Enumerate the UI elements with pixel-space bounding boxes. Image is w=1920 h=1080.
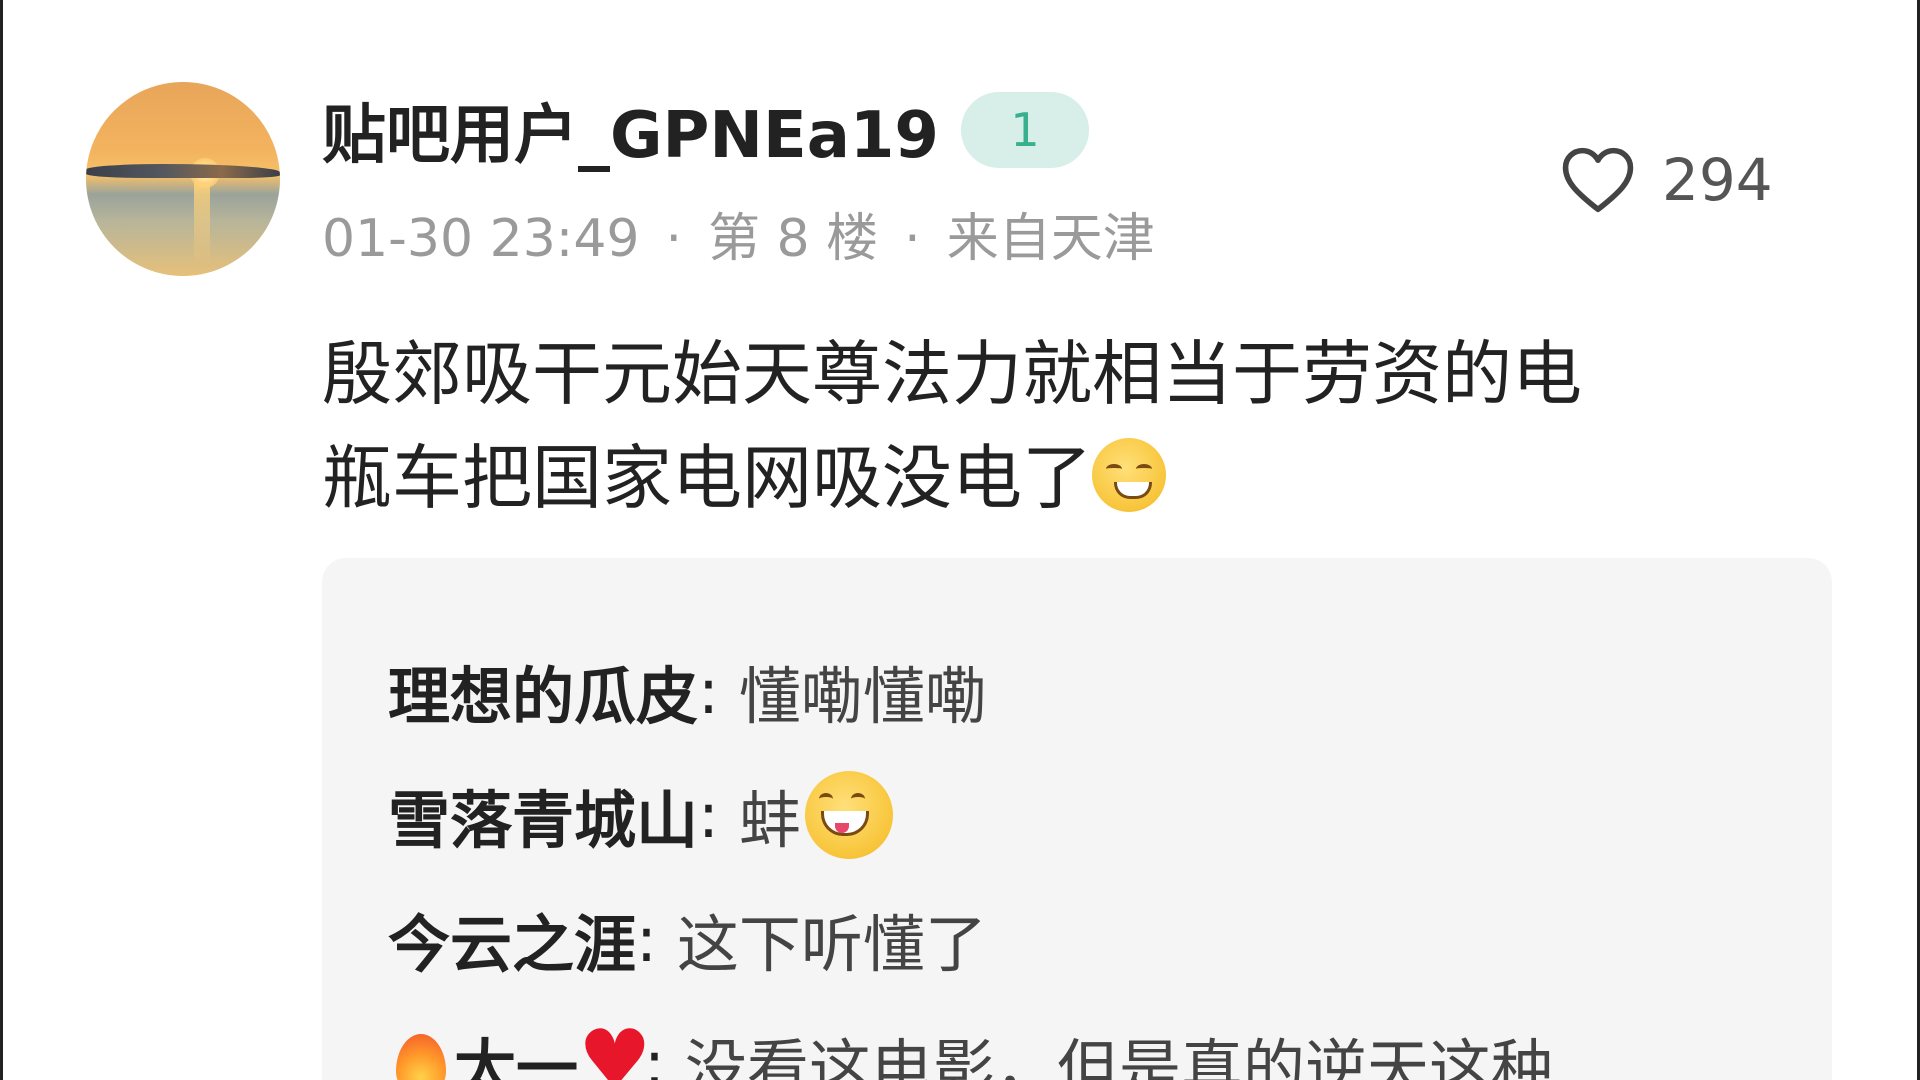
shy-laugh-emoji-icon	[1092, 438, 1166, 512]
reply-item[interactable]: 太一:没看这电影，但是真的逆天这种	[388, 1018, 1553, 1080]
meta-separator: ·	[665, 209, 683, 269]
reply-author[interactable]: 今云之涯	[388, 894, 636, 984]
reply-author[interactable]: 雪落青城山	[388, 770, 698, 860]
heart-outline-icon	[1562, 147, 1634, 213]
avatar-land	[86, 164, 280, 178]
post-content-line: 瓶车把国家电网吸没电了	[322, 426, 1772, 530]
username[interactable]: 贴吧用户_GPNEa19	[322, 84, 939, 176]
post-meta: 01-30 23:49 · 第 8 楼 · 来自天津	[322, 196, 1155, 271]
post-location: 来自天津	[946, 209, 1155, 269]
post-header: 贴吧用户_GPNEa19 1	[322, 90, 1089, 173]
reply-item[interactable]: 今云之涯: 这下听懂了	[388, 894, 987, 984]
reply-text: 蚌	[738, 784, 801, 857]
avatar-reflection	[194, 182, 210, 262]
like-count: 294	[1662, 146, 1773, 214]
avatar[interactable]	[86, 82, 280, 276]
post-content-line: 殷郊吸干元始天尊法力就相当于劳资的电	[322, 333, 1582, 415]
meta-separator: ·	[904, 209, 921, 269]
post-floor: 第 8 楼	[708, 209, 879, 269]
frame-edge-left	[0, 0, 3, 1080]
reply-colon: :	[698, 654, 719, 728]
reply-item[interactable]: 理想的瓜皮: 懂嘞懂嘞	[388, 646, 987, 736]
reply-text: 懂嘞懂嘞	[738, 660, 987, 733]
fire-icon	[388, 1028, 454, 1080]
post-content-text: 瓶车把国家电网吸没电了	[322, 437, 1092, 519]
reply-text: 这下听懂了	[676, 908, 987, 981]
grin-emoji-icon	[804, 771, 893, 859]
red-heart-icon	[578, 1020, 652, 1080]
reply-colon: :	[636, 902, 657, 976]
replies-box[interactable]: 理想的瓜皮: 懂嘞懂嘞 雪落青城山: 蚌 今云之涯: 这下听懂了 太一:没看这电影，但…	[322, 558, 1832, 1080]
reply-author[interactable]: 太一	[454, 1018, 578, 1080]
post-content: 殷郊吸干元始天尊法力就相当于劳资的电 瓶车把国家电网吸没电了	[322, 322, 1772, 530]
level-badge: 1	[960, 92, 1089, 168]
reply-text: 没看这电影，但是真的逆天这种	[684, 1032, 1553, 1080]
reply-colon: :	[698, 778, 719, 852]
post-date: 01-30 23:49	[322, 209, 640, 269]
reply-item[interactable]: 雪落青城山: 蚌	[388, 770, 893, 860]
like-button[interactable]: 294	[1560, 140, 1773, 220]
reply-author[interactable]: 理想的瓜皮	[388, 646, 698, 736]
